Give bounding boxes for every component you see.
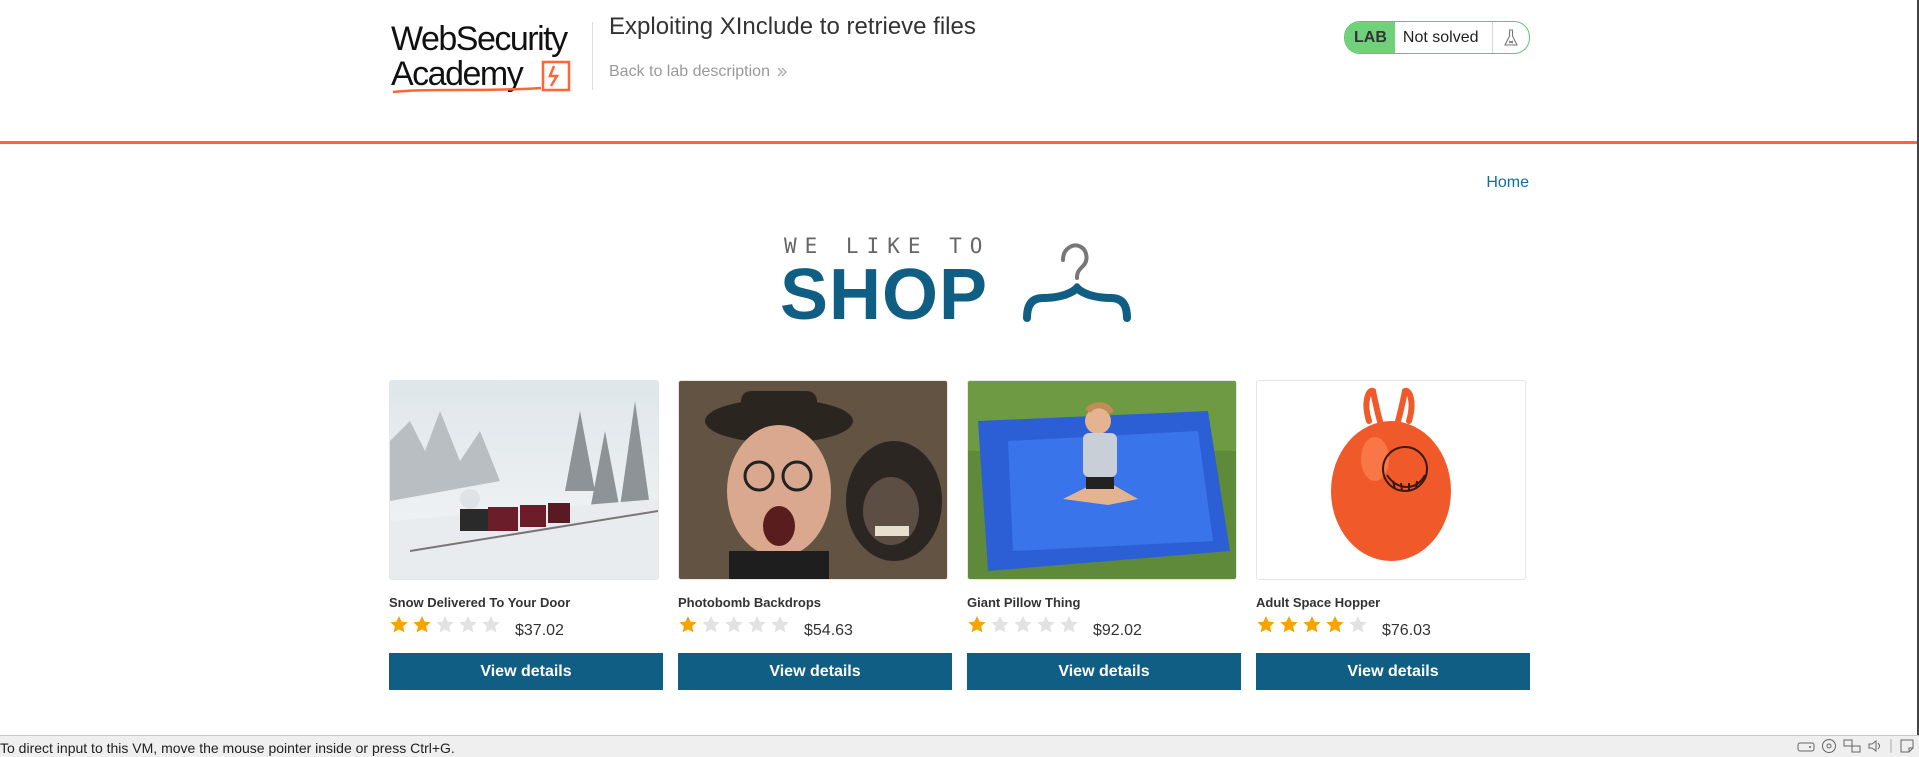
lab-title: Exploiting XInclude to retrieve files — [609, 13, 976, 40]
star-filled-icon — [679, 616, 697, 633]
hard-disk-icon[interactable] — [1797, 738, 1815, 754]
star-empty-icon — [725, 616, 743, 633]
academy-header: WebSecurity Academy Exploiting XInclude … — [0, 0, 1917, 144]
audio-icon[interactable] — [1867, 738, 1883, 754]
divider-icon — [1890, 739, 1892, 753]
we-like-to-shop-logo: WE LIKE TO SHOP — [780, 230, 1140, 334]
vm-statusbar-message: To direct input to this VM, move the mou… — [0, 740, 455, 756]
star-empty-icon — [1060, 616, 1078, 633]
product-price: $92.02 — [1093, 622, 1142, 639]
star-empty-icon — [436, 616, 454, 633]
star-empty-icon — [1037, 616, 1055, 633]
star-empty-icon — [1349, 616, 1367, 633]
star-empty-icon — [991, 616, 1009, 633]
star-empty-icon — [482, 616, 500, 633]
star-filled-icon — [413, 616, 431, 633]
product-name: Snow Delivered To Your Door — [389, 595, 571, 610]
product-name: Giant Pillow Thing — [967, 595, 1081, 610]
star-filled-icon — [968, 616, 986, 633]
shop-word: SHOP — [780, 255, 989, 335]
product-rating — [1256, 615, 1368, 634]
lab-status-text: Not solved — [1395, 22, 1494, 53]
nav-home-link[interactable]: Home — [1486, 174, 1529, 192]
star-filled-icon — [1326, 616, 1344, 633]
optical-drive-icon[interactable] — [1821, 738, 1837, 754]
notes-icon[interactable] — [1899, 738, 1915, 754]
star-empty-icon — [771, 616, 789, 633]
product-price: $37.02 — [515, 622, 564, 639]
lab-status-widget: LAB Not solved — [1344, 21, 1531, 54]
view-details-button[interactable]: View details — [1256, 653, 1530, 690]
star-filled-icon — [1303, 616, 1321, 633]
space-hopper-image — [1256, 380, 1526, 580]
star-filled-icon — [1280, 616, 1298, 633]
star-empty-icon — [1014, 616, 1032, 633]
girl-on-pillow-image — [967, 380, 1237, 580]
star-filled-icon — [390, 616, 408, 633]
lab-badge: LAB — [1345, 22, 1395, 53]
star-filled-icon — [1257, 616, 1275, 633]
star-empty-icon — [459, 616, 477, 633]
product-rating — [678, 615, 790, 634]
man-and-monkey-image — [678, 380, 948, 580]
product-price: $76.03 — [1382, 622, 1431, 639]
double-chevron-right-icon — [777, 67, 787, 77]
svg-text:Academy: Academy — [391, 55, 524, 93]
svg-text:WebSecurity: WebSecurity — [391, 20, 568, 58]
logo-divider — [592, 22, 593, 90]
vm-statusbar: To direct input to this VM, move the mou… — [0, 735, 1919, 757]
snow-train-image — [389, 380, 659, 580]
flask-icon — [1493, 22, 1529, 53]
vm-display[interactable]: WebSecurity Academy Exploiting XInclude … — [0, 0, 1919, 735]
network-icon[interactable] — [1843, 738, 1861, 754]
hanger-icon — [1023, 243, 1131, 322]
view-details-button[interactable]: View details — [678, 653, 952, 690]
star-empty-icon — [748, 616, 766, 633]
back-link-label: Back to lab description — [609, 63, 770, 80]
back-to-lab-description-link[interactable]: Back to lab description — [609, 63, 788, 81]
view-details-button[interactable]: View details — [389, 653, 663, 690]
product-name: Photobomb Backdrops — [678, 595, 822, 610]
star-empty-icon — [702, 616, 720, 633]
web-security-academy-logo[interactable]: WebSecurity Academy — [391, 16, 573, 94]
product-price: $54.63 — [804, 622, 853, 639]
product-name: Adult Space Hopper — [1256, 595, 1381, 610]
view-details-button[interactable]: View details — [967, 653, 1241, 690]
product-rating — [967, 615, 1079, 634]
product-rating — [389, 615, 501, 634]
vm-device-icons — [1797, 738, 1915, 754]
